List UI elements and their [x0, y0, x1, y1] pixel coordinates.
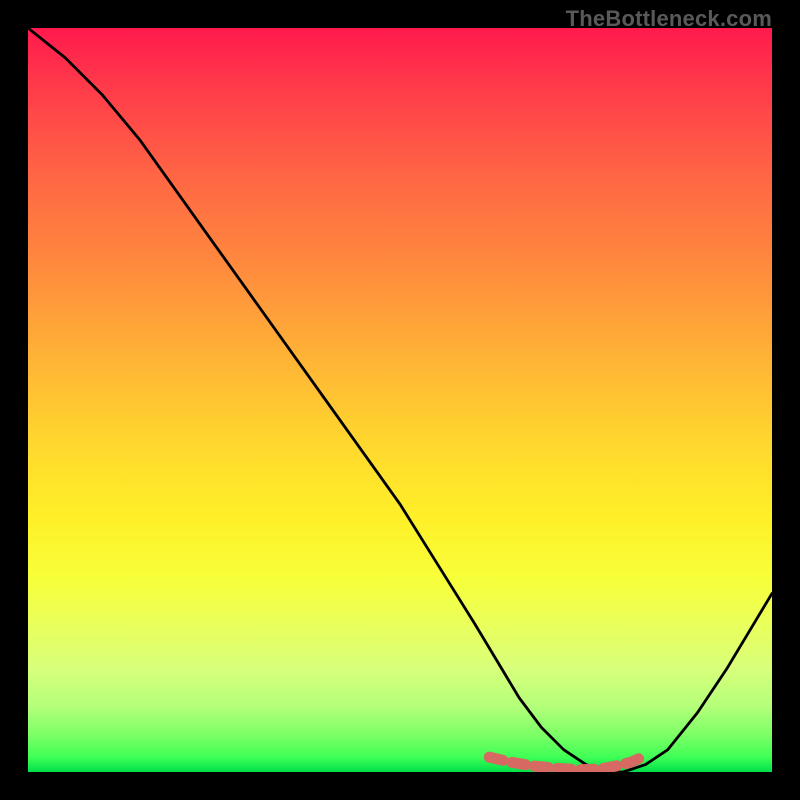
main-curve: [28, 28, 772, 772]
plot-area: [28, 28, 772, 772]
plot-svg: [28, 28, 772, 772]
watermark-label: TheBottleneck.com: [566, 6, 772, 32]
marker-band: [489, 756, 645, 770]
chart-container: TheBottleneck.com: [0, 0, 800, 800]
